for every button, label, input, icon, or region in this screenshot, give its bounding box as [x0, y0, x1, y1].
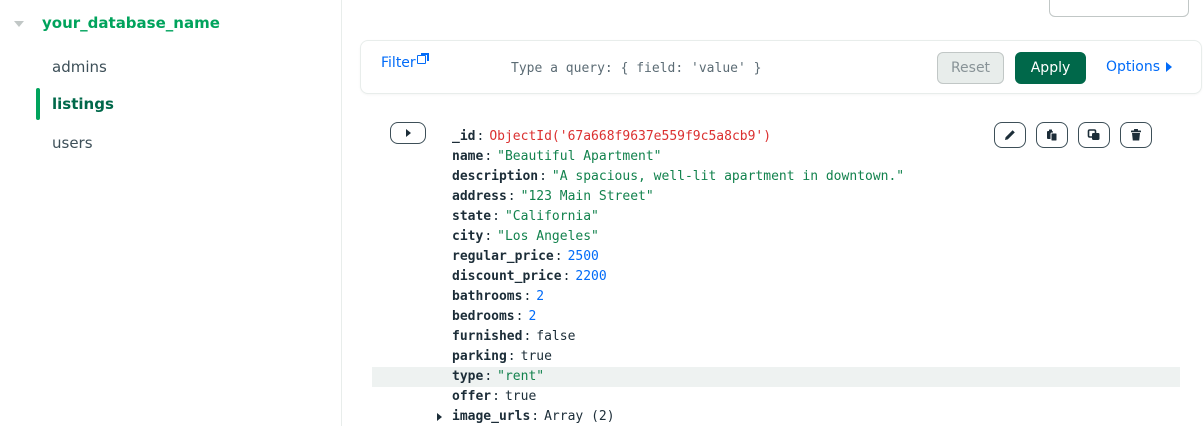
sidebar: your_database_name admins listings users	[0, 0, 342, 426]
edit-icon	[1005, 130, 1015, 140]
field-row[interactable]: address : "123 Main Street"	[452, 187, 904, 207]
document-fields: _id: ObjectId('67a668f9637e559f9c5a8cb9')…	[437, 127, 904, 426]
copy-icon	[1047, 129, 1058, 142]
field-row[interactable]: bedrooms :2	[452, 307, 904, 327]
field-key: address	[452, 189, 507, 204]
field-key: _id	[452, 129, 476, 144]
field-value: "rent"	[497, 369, 545, 384]
field-row[interactable]: regular_price :2500	[452, 247, 904, 267]
field-key: parking	[452, 349, 507, 364]
field-key: discount_price	[452, 269, 562, 284]
field-key: city	[452, 229, 484, 244]
copy-document-button[interactable]	[1036, 122, 1068, 148]
database-name[interactable]: your_database_name	[42, 14, 220, 32]
field-key: name	[452, 149, 484, 164]
field-row[interactable]: discount_price :2200	[452, 267, 904, 287]
field-row-array[interactable]: image_urls : Array (2)	[437, 407, 904, 426]
active-indicator	[36, 88, 40, 120]
field-value: "California"	[504, 209, 599, 224]
collection-item-admins[interactable]: admins	[52, 54, 107, 80]
field-value: ObjectId('67a668f9637e559f9c5a8cb9')	[489, 129, 772, 144]
database-item[interactable]: your_database_name	[14, 10, 220, 36]
field-key: bedrooms	[452, 309, 515, 324]
options-toggle[interactable]: Options	[1106, 59, 1173, 75]
field-key: type	[452, 369, 484, 384]
field-value: "A spacious, well-lit apartment in downt…	[551, 169, 905, 184]
toolbar-button-partial[interactable]	[1049, 0, 1189, 17]
filter-link[interactable]: Filter	[381, 53, 429, 71]
field-key: image_urls	[452, 409, 531, 424]
field-key: bathrooms	[452, 289, 523, 304]
document-actions	[994, 122, 1152, 148]
field-row[interactable]: description : "A spacious, well-lit apart…	[452, 167, 904, 187]
expand-document-button[interactable]	[390, 122, 426, 144]
filter-label[interactable]: Filter	[381, 55, 416, 71]
field-value: 2200	[575, 269, 607, 284]
query-bar: Filter Reset Apply Options	[360, 40, 1202, 94]
field-key: regular_price	[452, 249, 554, 264]
collection-item-users[interactable]: users	[52, 130, 93, 156]
caret-right-icon	[405, 129, 411, 137]
field-value: true	[504, 389, 537, 404]
field-key: offer	[452, 389, 492, 404]
field-row[interactable]: type : "rent"	[452, 367, 904, 387]
field-value: Array (2)	[544, 409, 615, 424]
expand-array-icon[interactable]	[437, 413, 442, 421]
external-link-icon	[416, 53, 429, 64]
delete-document-button[interactable]	[1120, 122, 1152, 148]
field-value: 2	[528, 309, 537, 324]
document-card: _id: ObjectId('67a668f9637e559f9c5a8cb9')…	[360, 112, 1202, 426]
options-label[interactable]: Options	[1106, 59, 1160, 75]
field-value: "123 Main Street"	[520, 189, 654, 204]
field-key: state	[452, 209, 492, 224]
field-value: "Beautiful Apartment"	[497, 149, 662, 164]
field-value: 2	[536, 289, 545, 304]
field-value: "Los Angeles"	[497, 229, 599, 244]
field-value: 2500	[567, 249, 599, 264]
apply-button[interactable]: Apply	[1015, 52, 1086, 84]
field-row[interactable]: bathrooms :2	[452, 287, 904, 307]
delete-icon	[1131, 129, 1141, 141]
caret-right-icon	[1166, 62, 1173, 72]
field-key: description	[452, 169, 539, 184]
field-row[interactable]: _id: ObjectId('67a668f9637e559f9c5a8cb9')	[452, 127, 904, 147]
field-key: furnished	[452, 329, 523, 344]
caret-down-icon[interactable]	[14, 21, 24, 27]
reset-button[interactable]: Reset	[937, 52, 1004, 84]
clone-icon	[1087, 129, 1100, 140]
collection-item-listings[interactable]: listings	[52, 91, 114, 117]
field-row[interactable]: furnished : false	[452, 327, 904, 347]
clone-document-button[interactable]	[1078, 122, 1110, 148]
field-row[interactable]: name : "Beautiful Apartment"	[452, 147, 904, 167]
edit-document-button[interactable]	[994, 122, 1026, 148]
field-row[interactable]: city : "Los Angeles"	[452, 227, 904, 247]
field-value: false	[536, 329, 576, 344]
field-value: true	[520, 349, 552, 364]
field-row[interactable]: state : "California"	[452, 207, 904, 227]
field-row[interactable]: parking : true	[452, 347, 904, 367]
field-row[interactable]: offer : true	[452, 387, 904, 407]
